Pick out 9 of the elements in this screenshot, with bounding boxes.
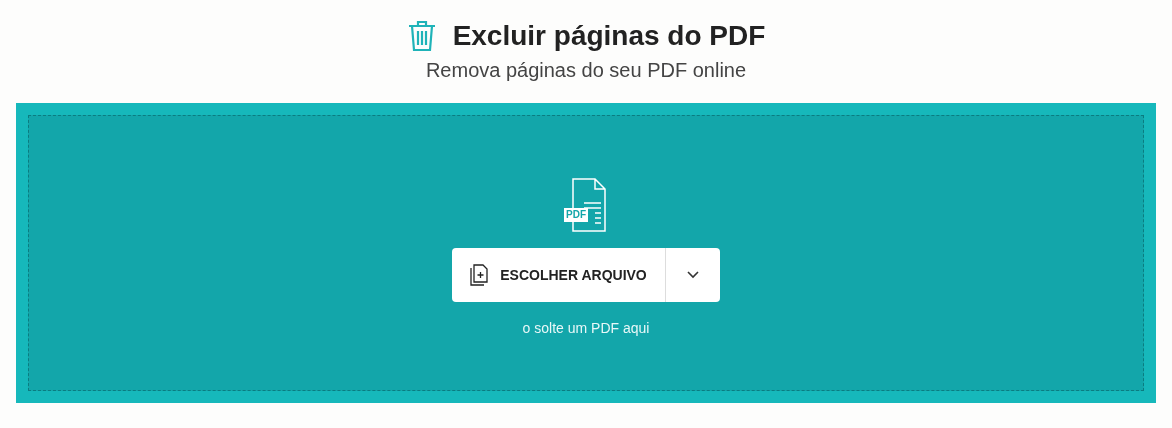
choose-file-button[interactable]: ESCOLHER ARQUIVO xyxy=(452,248,665,302)
trash-icon xyxy=(406,20,437,52)
file-type-label: PDF xyxy=(564,208,588,222)
add-file-icon xyxy=(470,264,489,286)
drop-hint: o solte um PDF aqui xyxy=(522,319,650,338)
drop-zone[interactable]: PDF ESCOLHER ARQUIVO o solte um PDF aqui xyxy=(28,115,1144,391)
chevron-down-icon xyxy=(687,271,699,279)
page-title: Excluir páginas do PDF xyxy=(452,22,766,50)
page-subtitle: Remova páginas do seu PDF online xyxy=(425,58,747,83)
